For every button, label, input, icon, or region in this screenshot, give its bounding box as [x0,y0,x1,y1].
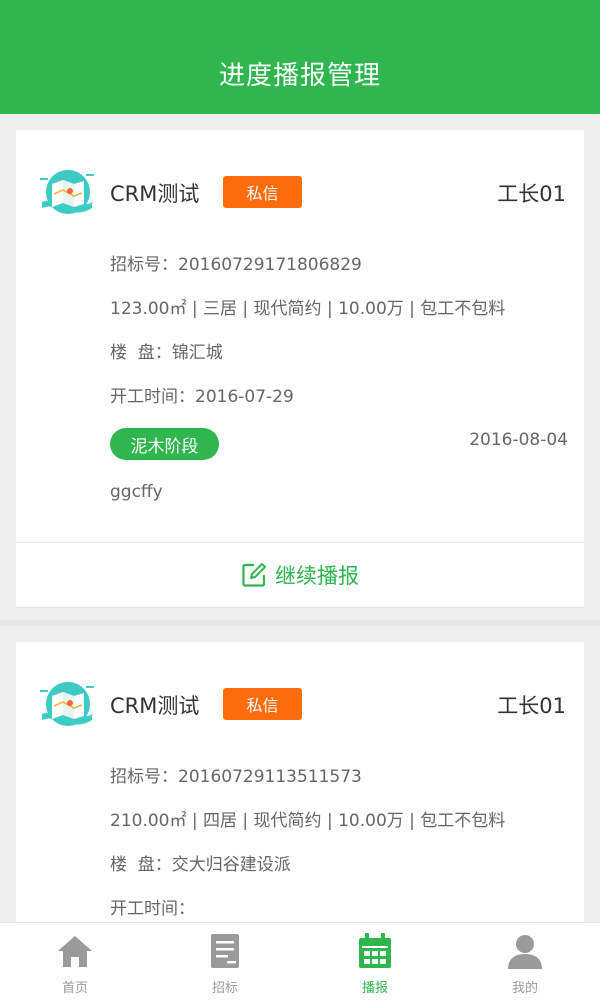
private-message-button[interactable]: 私信 [223,688,302,720]
list-separator [0,620,600,626]
project-map-icon [40,682,94,726]
broadcast-list[interactable]: CRM测试 私信 工长01 招标号：20160729171806829 123.… [0,114,600,922]
tab-label: 招标 [211,981,238,996]
user-icon [508,935,542,969]
tab-bidding[interactable]: 招标 [150,923,300,1000]
continue-broadcast-button[interactable]: 继续播报 [16,543,584,607]
project-specs: 123.00㎡ | 三居 | 现代简约 | 10.00万 | 包工不包料 [110,299,506,319]
project-card[interactable]: CRM测试 私信 工长01 招标号：20160729113511573 210.… [16,642,584,922]
continue-broadcast-label: 继续播报 [275,564,359,588]
project-card[interactable]: CRM测试 私信 工长01 招标号：20160729171806829 123.… [16,130,584,608]
project-name: CRM测试 [110,694,200,718]
foreman-name: 工长01 [497,182,566,206]
tab-label: 首页 [61,981,88,996]
tab-home[interactable]: 首页 [0,923,150,1000]
project-name: CRM测试 [110,182,200,206]
project-specs: 210.00㎡ | 四居 | 现代简约 | 10.00万 | 包工不包料 [110,811,506,831]
start-date: 开工时间： [110,899,195,919]
broadcast-note: ggcffy [110,482,163,502]
stage-badge: 泥木阶段 [110,428,219,460]
broadcast-date: 2016-08-04 [469,430,568,450]
bottom-tab-bar: 首页 招标 播报 我的 [0,922,600,1000]
page-title: 进度播报管理 [218,61,381,91]
bid-number: 招标号：20160729113511573 [110,767,362,787]
calendar-icon [359,933,391,968]
tab-label: 我的 [511,981,538,996]
project-map-icon [40,170,94,214]
estate-name: 楼 盘：锦汇城 [110,343,223,363]
tab-mine[interactable]: 我的 [450,923,600,1000]
foreman-name: 工长01 [497,694,566,718]
document-icon [211,934,239,968]
private-message-button[interactable]: 私信 [223,176,302,208]
tab-broadcast[interactable]: 播报 [300,923,450,1000]
start-date: 开工时间：2016-07-29 [110,387,294,407]
app-header: 进度播报管理 [0,0,600,114]
home-icon [58,936,92,967]
estate-name: 楼 盘：交大归谷建设派 [110,855,291,875]
edit-icon [242,563,266,587]
tab-label: 播报 [361,981,388,996]
bid-number: 招标号：20160729171806829 [110,255,362,275]
